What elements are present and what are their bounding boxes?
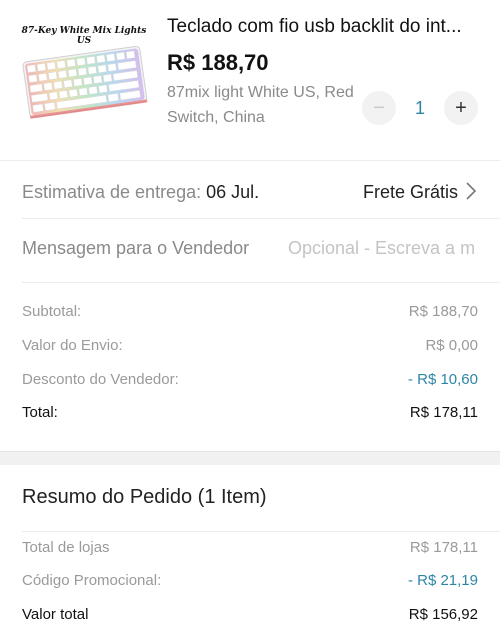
order-summary-title: Resumo do Pedido (1 Item) — [22, 486, 267, 508]
subtotal-value: R$ 188,70 — [408, 303, 478, 320]
plus-icon: + — [455, 96, 467, 119]
promo-code-row[interactable]: Código Promocional: - R$ 21,19 — [0, 569, 500, 595]
shipping-cost-value: R$ 0,00 — [425, 337, 478, 354]
shipping-cost-row: Valor do Envio: R$ 0,00 — [0, 334, 500, 360]
chevron-right-icon[interactable] — [464, 181, 478, 201]
seller-message-label: Mensagem para o Vendedor — [22, 238, 250, 258]
promo-code-value: - R$ 21,19 — [407, 572, 478, 589]
shipping-method[interactable]: Frete Grátis — [363, 182, 458, 203]
stores-total-value: R$ 178,11 — [409, 539, 478, 556]
total-row: Total: R$ 178,11 — [0, 401, 500, 427]
product-variant: 87mix light White US, Red Switch, China — [167, 84, 354, 126]
seller-message-input[interactable]: Opcional - Escreva a m — [288, 238, 500, 259]
seller-discount-row: Desconto do Vendedor: - R$ 10,60 — [0, 368, 500, 394]
product-item: 87-Key White Mix Lights US Teclado com f… — [0, 0, 500, 160]
seller-message-row: Mensagem para o Vendedor Opcional - Escr… — [0, 228, 500, 268]
quantity-value: 1 — [414, 98, 425, 118]
shipping-cost-label: Valor do Envio: — [22, 337, 123, 354]
divider — [22, 531, 500, 532]
keyboard-image — [22, 45, 148, 119]
section-separator — [0, 451, 500, 465]
promo-code-label: Código Promocional: — [22, 572, 162, 589]
grand-total-value: R$ 156,92 — [408, 606, 478, 623]
quantity-stepper: − 1 + — [360, 91, 480, 127]
stores-total-row: Total de lojas R$ 178,11 — [0, 536, 500, 562]
subtotal-row: Subtotal: R$ 188,70 — [0, 300, 500, 326]
delivery-row[interactable]: Estimativa de entrega: 06 Jul. Frete Grá… — [0, 172, 500, 212]
increase-quantity-button[interactable]: + — [444, 91, 478, 125]
minus-icon: − — [373, 96, 385, 119]
decrease-quantity-button[interactable]: − — [362, 91, 396, 125]
seller-discount-label: Desconto do Vendedor: — [22, 371, 179, 388]
total-value: R$ 178,11 — [409, 404, 478, 421]
total-label: Total: — [22, 404, 58, 421]
product-image[interactable]: 87-Key White Mix Lights US — [18, 18, 150, 138]
product-title[interactable]: Teclado com fio usb backlit do int... — [167, 16, 482, 38]
subtotal-label: Subtotal: — [22, 303, 82, 320]
stores-total-label: Total de lojas — [22, 539, 110, 556]
delivery-label: Estimativa de entrega: — [22, 182, 202, 202]
divider — [22, 282, 500, 283]
delivery-estimate: Estimativa de entrega: 06 Jul. — [22, 182, 259, 203]
seller-discount-value: - R$ 10,60 — [407, 371, 478, 388]
grand-total-label: Valor total — [22, 606, 89, 623]
delivery-date: 06 Jul. — [206, 182, 260, 202]
divider — [0, 160, 500, 161]
divider — [22, 218, 500, 219]
product-price: R$ 188,70 — [167, 50, 269, 75]
grand-total-row: Valor total R$ 156,92 — [0, 603, 500, 629]
